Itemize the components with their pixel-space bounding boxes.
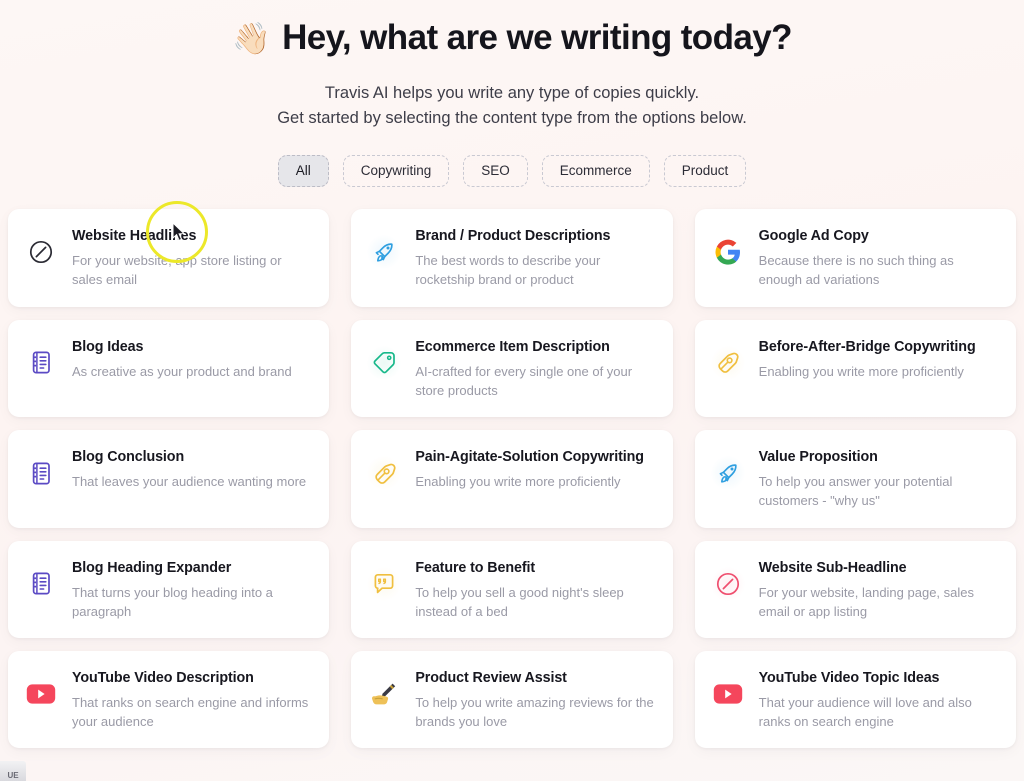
rocket-icon: [710, 456, 745, 491]
youtube-icon: [24, 677, 58, 711]
card-description: To help you sell a good night's sleep in…: [415, 584, 624, 619]
hero-section: 👋🏻 Hey, what are we writing today? Travi…: [0, 0, 1024, 131]
card-description: For your website, landing page, sales em…: [758, 584, 975, 619]
page-subtitle-line-1: Travis AI helps you write any type of co…: [324, 83, 700, 102]
price-tag-icon: [367, 345, 402, 380]
google-g-icon: [711, 235, 745, 269]
filter-tab-seo[interactable]: SEO: [463, 154, 528, 188]
card-description: That ranks on search engine and informs …: [72, 694, 309, 730]
card-body: Product Review Assist To help you write a…: [415, 668, 654, 731]
content-type-card[interactable]: YouTube Video Description That ranks on s…: [8, 650, 330, 749]
card-description: Because there is no such thing as enough…: [758, 253, 954, 288]
card-description: That leaves your audience wanting more: [72, 474, 307, 490]
content-type-card[interactable]: Value Proposition To help you answer your…: [694, 430, 1016, 528]
content-type-card[interactable]: Website Sub-Headline For your website, la…: [694, 540, 1016, 638]
content-type-card[interactable]: Blog Conclusion That leaves your audience…: [8, 430, 330, 528]
card-body: Ecommerce Item Description AI-crafted for…: [415, 337, 654, 400]
content-type-card[interactable]: YouTube Video Topic Ideas That your audie…: [694, 650, 1016, 749]
card-title: Ecommerce Item Description: [415, 338, 610, 355]
quote-bubble-icon: [367, 566, 402, 601]
card-title: Website Sub-Headline: [758, 559, 907, 576]
document-list-icon: [24, 456, 58, 490]
card-body: YouTube Video Topic Ideas That your audie…: [759, 668, 998, 731]
card-body: Before-After-Bridge Copywriting Enabling …: [759, 337, 976, 381]
card-title: Google Ad Copy: [758, 228, 869, 245]
card-description: For your website, app store listing or s…: [72, 253, 282, 288]
card-description: AI-crafted for every single one of your …: [415, 363, 633, 398]
content-type-card[interactable]: Website Headlines For your website, app s…: [8, 209, 330, 307]
card-title: YouTube Video Description: [72, 669, 254, 686]
content-type-card[interactable]: Before-After-Bridge Copywriting Enabling …: [694, 319, 1016, 418]
waving-hand-icon: 👋🏻: [232, 21, 271, 57]
filter-tab-product[interactable]: Product: [663, 154, 747, 188]
page-subtitle-line-2: Get started by selecting the content typ…: [277, 108, 747, 127]
card-title: Website Headlines: [72, 228, 197, 245]
card-title: Value Proposition: [758, 449, 878, 466]
card-title: Blog Conclusion: [72, 449, 185, 466]
filter-tabs: All Copywriting SEO Ecommerce Product: [0, 154, 1024, 188]
card-title: Before-After-Bridge Copywriting: [758, 338, 976, 355]
card-description: That turns your blog heading into a para…: [72, 584, 273, 619]
card-body: Website Sub-Headline For your website, la…: [759, 558, 998, 621]
youtube-icon: [711, 677, 745, 711]
card-title: Blog Ideas: [72, 338, 144, 355]
pen-nib-icon: [710, 345, 745, 380]
page-title-text: Hey, what are we writing today?: [282, 18, 792, 57]
card-body: Blog Conclusion That leaves your audience…: [72, 447, 306, 491]
card-description: To help you answer your potential custom…: [758, 474, 953, 509]
pen-nib-icon: [367, 456, 402, 491]
card-description: That your audience will love and also ra…: [758, 694, 972, 730]
content-type-card[interactable]: Brand / Product Descriptions The best wor…: [351, 209, 673, 307]
card-body: Value Proposition To help you answer your…: [759, 447, 998, 510]
card-title: Brand / Product Descriptions: [415, 228, 611, 245]
card-body: Pain-Agitate-Solution Copywriting Enablin…: [415, 447, 644, 491]
card-description: As creative as your product and brand: [72, 363, 292, 379]
content-type-card[interactable]: Pain-Agitate-Solution Copywriting Enablin…: [351, 430, 673, 528]
card-description: To help you write amazing reviews for th…: [415, 694, 654, 730]
card-body: Website Headlines For your website, app s…: [72, 226, 311, 289]
document-list-icon: [24, 567, 58, 601]
filter-tab-all[interactable]: All: [277, 154, 329, 188]
content-type-card[interactable]: Ecommerce Item Description AI-crafted for…: [351, 319, 673, 418]
content-type-card[interactable]: Product Review Assist To help you write a…: [351, 650, 673, 749]
filter-tab-ecommerce[interactable]: Ecommerce: [541, 154, 650, 188]
filter-tab-copywriting[interactable]: Copywriting: [342, 154, 450, 188]
rocket-icon: [367, 235, 402, 270]
card-title: Feature to Benefit: [415, 559, 536, 576]
content-type-card[interactable]: Blog Ideas As creative as your product an…: [8, 319, 330, 418]
card-body: Feature to Benefit To help you sell a goo…: [415, 558, 654, 621]
card-body: Blog Heading Expander That turns your blo…: [72, 558, 311, 621]
circle-slash-pink-icon: [710, 566, 745, 601]
card-body: YouTube Video Description That ranks on s…: [72, 668, 311, 731]
card-description: The best words to describe your rocketsh…: [415, 253, 601, 288]
card-title: Pain-Agitate-Solution Copywriting: [415, 449, 644, 466]
corner-badge: UE: [0, 761, 26, 781]
content-type-card[interactable]: Blog Heading Expander That turns your blo…: [8, 540, 330, 638]
content-type-card[interactable]: Feature to Benefit To help you sell a goo…: [351, 540, 673, 638]
content-type-card[interactable]: Google Ad Copy Because there is no such t…: [694, 209, 1016, 307]
card-body: Google Ad Copy Because there is no such t…: [759, 226, 998, 289]
card-description: Enabling you write more proficiently: [758, 363, 964, 379]
writing-hand-icon: [367, 677, 401, 711]
card-body: Brand / Product Descriptions The best wor…: [415, 226, 654, 289]
card-title: Blog Heading Expander: [72, 559, 232, 576]
circle-slash-dark-icon: [24, 235, 58, 269]
card-description: Enabling you write more proficiently: [415, 474, 621, 490]
page-root: 👋🏻 Hey, what are we writing today? Travi…: [0, 0, 1024, 781]
page-title: 👋🏻 Hey, what are we writing today?: [0, 16, 1024, 60]
page-subtitle: Travis AI helps you write any type of co…: [0, 81, 1024, 131]
card-title: Product Review Assist: [415, 669, 567, 686]
card-body: Blog Ideas As creative as your product an…: [72, 337, 292, 381]
card-title: YouTube Video Topic Ideas: [758, 669, 940, 686]
document-list-icon: [24, 346, 58, 380]
content-type-grid: Website Headlines For your website, app s…: [0, 209, 1024, 749]
